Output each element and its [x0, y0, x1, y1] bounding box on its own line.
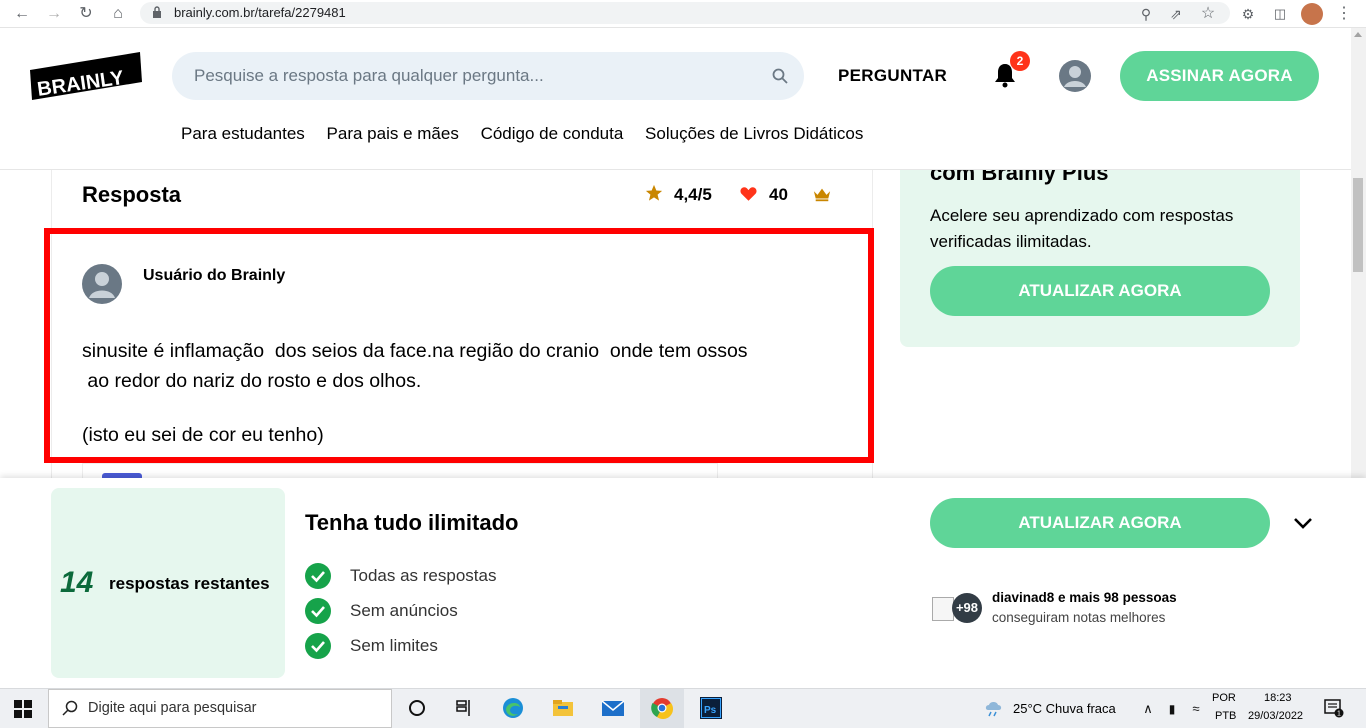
svg-text:1: 1 — [1337, 711, 1341, 718]
reload-icon[interactable]: ↻ — [76, 4, 96, 24]
ask-question-link[interactable]: PERGUNTAR — [838, 66, 947, 86]
file-explorer-icon[interactable] — [550, 696, 576, 720]
extensions-icon[interactable]: ⚙ — [1238, 4, 1258, 24]
task-view-icon[interactable] — [451, 696, 477, 720]
clock-time[interactable]: 18:23 — [1264, 692, 1292, 704]
answer-line-1: sinusite é inflamação dos seios da face.… — [82, 340, 748, 362]
address-bar[interactable]: brainly.com.br/tarefa/2279481 — [140, 2, 1230, 24]
weather-rain-icon[interactable] — [983, 696, 1005, 720]
photoshop-icon[interactable]: Ps — [698, 696, 724, 720]
crown-icon — [813, 188, 831, 202]
update-now-button[interactable]: ATUALIZAR AGORA — [930, 266, 1270, 316]
user-avatar-icon[interactable] — [1059, 60, 1091, 92]
url-text: brainly.com.br/tarefa/2279481 — [174, 5, 346, 20]
battery-icon[interactable]: ▮ — [1162, 699, 1182, 719]
search-input[interactable] — [194, 64, 754, 88]
check-circle-icon — [305, 633, 331, 659]
answer-rating: 4,4/5 — [674, 185, 712, 204]
language-label[interactable]: POR — [1212, 692, 1236, 704]
author-avatar[interactable] — [82, 264, 122, 304]
social-proof-subtitle: conseguiram notas melhores — [992, 610, 1166, 625]
site-header: BRAINLY PERGUNTAR 2 ASSINAR AGORA Para e… — [0, 28, 1351, 170]
chrome-icon[interactable] — [649, 696, 675, 720]
wifi-icon[interactable]: ≈ — [1186, 699, 1206, 719]
back-icon[interactable]: ← — [12, 4, 32, 24]
mail-icon[interactable] — [600, 696, 626, 720]
check-circle-icon — [305, 598, 331, 624]
windows-start-icon[interactable] — [14, 700, 32, 718]
home-icon[interactable]: ⌂ — [108, 4, 128, 24]
lock-icon — [153, 6, 161, 18]
forward-icon[interactable]: → — [44, 4, 64, 24]
feature-label: Sem limites — [350, 636, 438, 655]
nav-link-textbook-solutions[interactable]: Soluções de Livros Didáticos — [645, 124, 863, 143]
broken-image-icon — [932, 597, 954, 621]
answer-line-2: ao redor do nariz do rosto e dos olhos. — [82, 370, 422, 392]
feature-label: Todas as respostas — [350, 566, 497, 585]
star-icon — [645, 184, 663, 201]
weather-text[interactable]: 25°C Chuva fraca — [1013, 701, 1116, 716]
profile-avatar-icon[interactable] — [1301, 3, 1323, 25]
notification-center-icon[interactable]: 1 — [1322, 696, 1344, 720]
brainly-logo[interactable]: BRAINLY — [30, 52, 142, 100]
search-bar — [172, 52, 804, 100]
check-circle-icon — [305, 563, 331, 589]
scrollbar-thumb[interactable] — [1353, 178, 1363, 272]
svg-text:Ps: Ps — [704, 705, 717, 716]
side-panel-icon[interactable]: ◫ — [1270, 4, 1290, 24]
nav-link-parents[interactable]: Para pais e mães — [327, 124, 459, 143]
unlimited-title: Tenha tudo ilimitado — [305, 510, 519, 535]
author-name[interactable]: Usuário do Brainly — [143, 267, 285, 285]
show-hidden-icons-icon[interactable]: ∧ — [1138, 699, 1158, 719]
nav-links: Para estudantes Para pais e mães Código … — [181, 124, 880, 144]
social-proof-title: diavinad8 e mais 98 pessoas — [992, 590, 1177, 605]
menu-dots-icon[interactable]: ⋮ — [1334, 4, 1354, 24]
feature-label: Sem anúncios — [350, 601, 458, 620]
share-icon[interactable]: ⇗ — [1166, 4, 1186, 24]
plus-card-text: Acelere seu aprendizado com respostas ve… — [930, 206, 1234, 251]
scroll-up-arrow-icon[interactable] — [1354, 32, 1362, 37]
search-icon[interactable] — [772, 68, 788, 84]
bookmark-star-icon[interactable]: ☆ — [1198, 4, 1218, 24]
nav-link-students[interactable]: Para estudantes — [181, 124, 305, 143]
nav-link-code-of-conduct[interactable]: Código de conduta — [481, 124, 624, 143]
next-card-peek — [82, 463, 718, 479]
answer-title: Resposta — [82, 182, 182, 207]
browser-toolbar: ← → ↻ ⌂ brainly.com.br/tarefa/2279481 ⚲ … — [0, 0, 1366, 28]
answer-likes: 40 — [769, 185, 788, 204]
notification-badge: 2 — [1010, 51, 1030, 71]
heart-icon[interactable] — [740, 186, 757, 202]
update-now-bottom-button[interactable]: ATUALIZAR AGORA — [930, 498, 1270, 548]
more-users-badge: +98 — [952, 593, 982, 623]
answer-text: sinusite é inflamação dos seios da face.… — [82, 336, 852, 396]
search-icon — [62, 700, 78, 716]
clock-date[interactable]: 29/03/2022 — [1248, 710, 1303, 722]
remaining-count: 14 — [60, 566, 94, 599]
keyboard-layout-label[interactable]: PTB — [1215, 710, 1236, 722]
chevron-down-icon[interactable] — [1292, 513, 1314, 533]
answer-line-3: (isto eu sei de cor eu tenho) — [82, 424, 324, 446]
zoom-icon[interactable]: ⚲ — [1136, 4, 1156, 24]
taskbar-search-placeholder: Digite aqui para pesquisar — [88, 700, 257, 716]
edge-browser-icon[interactable] — [500, 696, 526, 720]
cortana-icon[interactable] — [404, 696, 430, 720]
subscribe-button[interactable]: ASSINAR AGORA — [1120, 51, 1319, 101]
remaining-label: respostas restantes — [109, 574, 270, 593]
